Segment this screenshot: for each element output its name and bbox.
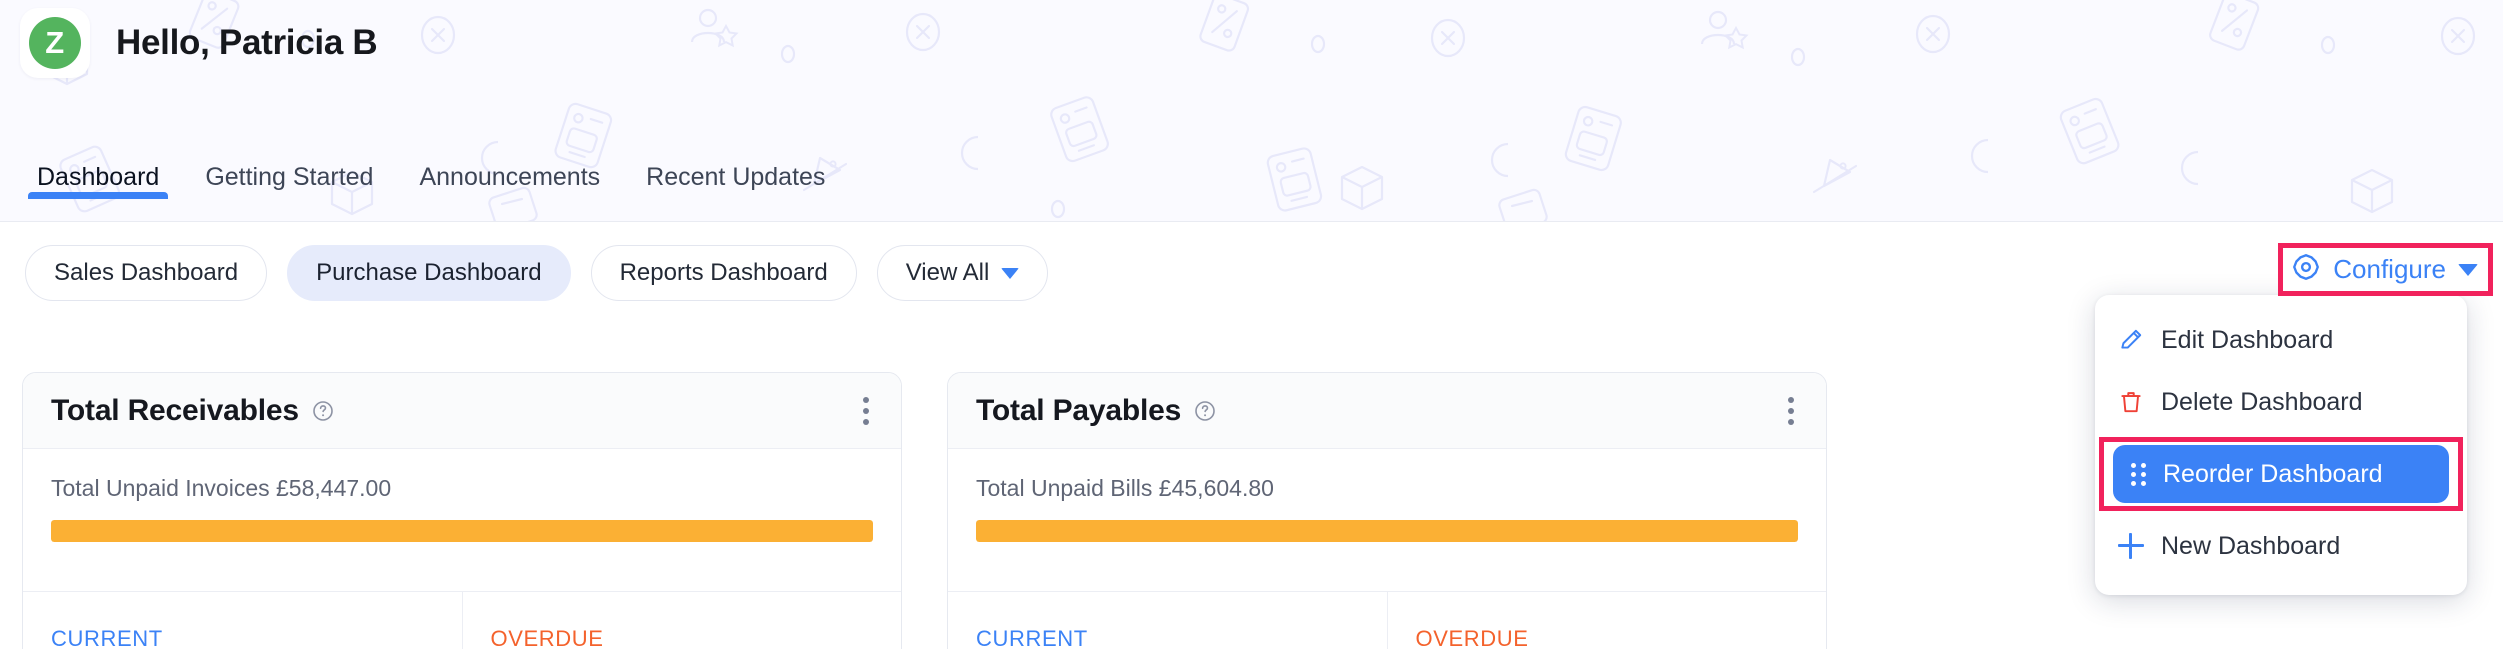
card-footer: CURRENT OVERDUE (948, 592, 1826, 649)
progress-bar-fill (51, 520, 873, 542)
tab-getting-started[interactable]: Getting Started (182, 153, 396, 221)
avatar-initial: Z (29, 17, 81, 69)
card-footer: CURRENT OVERDUE (23, 592, 901, 649)
menu-item-reorder-dashboard[interactable]: Reorder Dashboard (2095, 437, 2467, 511)
card-title: Total Receivables (51, 393, 299, 427)
kebab-menu-icon[interactable] (1782, 389, 1800, 433)
menu-item-label: New Dashboard (2161, 531, 2341, 560)
card-body: Total Unpaid Invoices £58,447.00 (23, 449, 901, 592)
chevron-down-icon (2458, 263, 2478, 276)
page-title: Hello, Patricia B (116, 23, 378, 62)
tab-announcements[interactable]: Announcements (396, 153, 623, 221)
pill-view-all[interactable]: View All (876, 245, 1049, 301)
configure-label: Configure (2333, 254, 2446, 284)
card-body: Total Unpaid Bills £45,604.80 (948, 449, 1826, 592)
chevron-down-icon (1001, 267, 1020, 279)
payables-progress-bar (976, 520, 1798, 542)
pill-label: View All (905, 259, 990, 286)
current-label: CURRENT (51, 626, 163, 649)
greeting-row: Z Hello, Patricia B (20, 8, 378, 78)
footer-column-overdue[interactable]: OVERDUE (461, 592, 902, 649)
kebab-menu-icon[interactable] (857, 389, 875, 433)
configure-button[interactable]: Configure (2278, 243, 2493, 296)
footer-column-current[interactable]: CURRENT (948, 592, 1387, 649)
tab-label: Getting Started (205, 163, 374, 191)
total-unpaid-bills-label: Total Unpaid Bills £45,604.80 (976, 475, 1274, 501)
card-header: Total Receivables (23, 373, 901, 449)
footer-column-current[interactable]: CURRENT (23, 592, 462, 649)
progress-bar-fill (976, 520, 1798, 542)
gear-icon (2291, 252, 2321, 287)
tab-dashboard[interactable]: Dashboard (14, 153, 182, 221)
avatar[interactable]: Z (20, 8, 90, 78)
overdue-label: OVERDUE (490, 626, 604, 649)
trash-icon (2117, 389, 2145, 415)
current-label: CURRENT (976, 626, 1088, 649)
menu-item-delete-dashboard[interactable]: Delete Dashboard (2095, 371, 2467, 433)
dashboard-page: Z Hello, Patricia B Dashboard Getting St… (0, 0, 2503, 649)
total-unpaid-invoices-label: Total Unpaid Invoices £58,447.00 (51, 475, 392, 501)
overdue-label: OVERDUE (1415, 626, 1529, 649)
pill-label: Reports Dashboard (619, 259, 828, 286)
pill-label: Sales Dashboard (54, 259, 239, 286)
pill-purchase-dashboard[interactable]: Purchase Dashboard (287, 245, 571, 301)
dashboard-pill-group: Sales Dashboard Purchase Dashboard Repor… (25, 245, 1049, 301)
primary-tabs: Dashboard Getting Started Announcements … (0, 153, 2503, 221)
pill-reports-dashboard[interactable]: Reports Dashboard (590, 245, 857, 301)
help-circle-icon[interactable] (311, 399, 335, 423)
card-total-receivables: Total Receivables Total Unpaid Invoices … (22, 372, 902, 649)
menu-item-edit-dashboard[interactable]: Edit Dashboard (2095, 309, 2467, 371)
card-title: Total Payables (976, 393, 1182, 427)
menu-item-label: Delete Dashboard (2161, 387, 2363, 416)
menu-item-label: Edit Dashboard (2161, 325, 2334, 354)
header-banner: Z Hello, Patricia B Dashboard Getting St… (0, 0, 2503, 222)
drag-handle-icon (2131, 462, 2147, 486)
tab-recent-updates[interactable]: Recent Updates (623, 153, 848, 221)
pill-label: Purchase Dashboard (316, 259, 542, 286)
receivables-progress-bar (51, 520, 873, 542)
menu-item-reorder-active-state[interactable]: Reorder Dashboard (2113, 445, 2449, 503)
tab-label: Dashboard (37, 163, 160, 191)
plus-icon (2117, 533, 2145, 559)
configure-dropdown-menu: Edit Dashboard Delete Dashboard Reorder … (2095, 295, 2467, 595)
card-total-payables: Total Payables Total Unpaid Bills £45,60… (947, 372, 1827, 649)
footer-column-overdue[interactable]: OVERDUE (1386, 592, 1827, 649)
card-header: Total Payables (948, 373, 1826, 449)
menu-item-label: Reorder Dashboard (2163, 459, 2383, 488)
help-circle-icon[interactable] (1193, 399, 1217, 423)
menu-item-new-dashboard[interactable]: New Dashboard (2095, 515, 2467, 577)
tab-label: Announcements (419, 163, 601, 191)
tab-label: Recent Updates (646, 163, 826, 191)
pill-sales-dashboard[interactable]: Sales Dashboard (25, 245, 268, 301)
pencil-icon (2117, 327, 2145, 353)
